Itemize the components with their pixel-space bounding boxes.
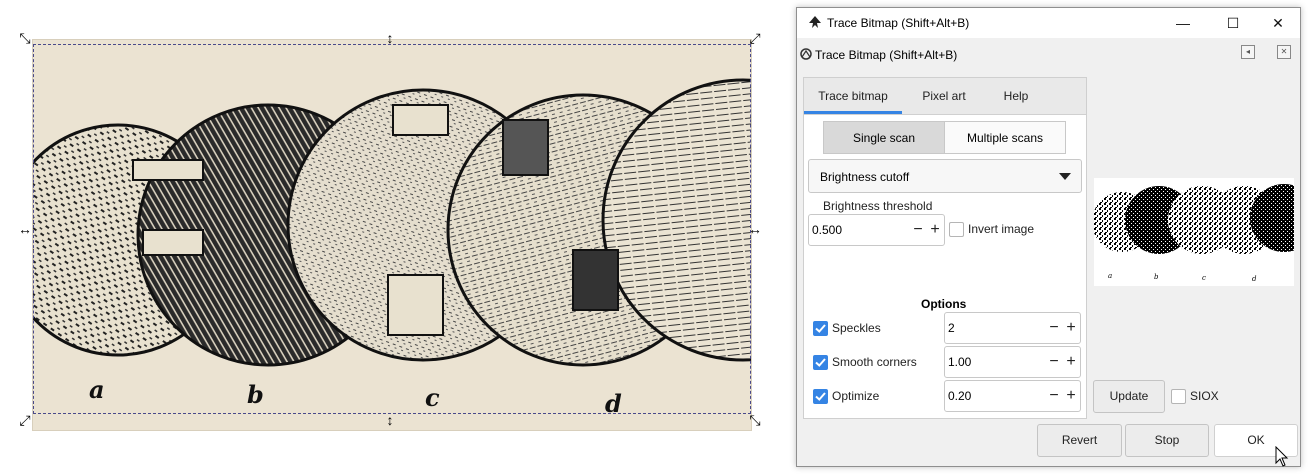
preview-label-a: a (1108, 272, 1112, 280)
smooth-corners-label: Smooth corners (832, 355, 917, 369)
invert-image-label: Invert image (968, 222, 1035, 236)
close-button[interactable]: ✕ (1255, 8, 1301, 38)
speckles-spinner[interactable]: 2 − + (944, 312, 1081, 344)
scale-handle-bottom-right[interactable]: ⤡ (748, 413, 762, 427)
preview-label-c: c (1202, 274, 1206, 282)
dialog-panel-header: Trace Bitmap (Shift+Alt+B) ◂ ✕ (797, 38, 1300, 68)
mouse-cursor-icon (1275, 446, 1289, 467)
optimize-spinner[interactable]: 0.20 − + (944, 380, 1081, 412)
trace-preview-image: a b c d (1092, 184, 1309, 283)
panel-title: Trace Bitmap (Shift+Alt+B) (815, 48, 958, 62)
increment-icon[interactable]: + (928, 220, 942, 240)
scale-handle-top[interactable]: ↕ (383, 31, 397, 45)
chevron-down-icon (1059, 173, 1071, 180)
brightness-threshold-spinner[interactable]: 0.500 − + (808, 214, 945, 246)
stop-button[interactable]: Stop (1125, 424, 1209, 457)
optimize-checkbox[interactable] (813, 389, 828, 404)
brightness-threshold-label: Brightness threshold (822, 199, 934, 213)
invert-image-checkbox[interactable] (949, 222, 964, 237)
detection-mode-dropdown[interactable]: Brightness cutoff (808, 159, 1082, 193)
smooth-corners-spinner[interactable]: 1.00 − + (944, 346, 1081, 378)
tab-bar: Trace bitmap Pixel art Help (804, 78, 1086, 115)
preview-label-d: d (1252, 275, 1257, 283)
revert-button[interactable]: Revert (1037, 424, 1122, 457)
detection-mode-value: Brightness cutoff (820, 170, 910, 184)
trace-bitmap-icon (800, 48, 812, 60)
canvas[interactable]: a b c d ⤡ ↕ ⤢ ↔ ↔ ⤢ ↕ ⤡ (0, 0, 790, 474)
increment-icon[interactable]: + (1064, 318, 1078, 338)
scale-handle-bottom-left[interactable]: ⤢ (18, 413, 32, 427)
maximize-button[interactable]: ☐ (1210, 8, 1256, 38)
multiple-scans-button[interactable]: Multiple scans (944, 121, 1066, 154)
smooth-corners-value: 1.00 (948, 355, 972, 369)
preview-label-b: b (1154, 273, 1159, 281)
decrement-icon[interactable]: − (1047, 318, 1061, 338)
minimize-button[interactable]: — (1160, 8, 1206, 38)
tab-trace-bitmap[interactable]: Trace bitmap (804, 78, 902, 114)
optimize-label: Optimize (832, 389, 880, 403)
scale-handle-right[interactable]: ↔ (748, 222, 762, 236)
siox-checkbox[interactable] (1171, 389, 1186, 404)
scale-handle-top-right[interactable]: ⤢ (748, 31, 762, 45)
undock-icon[interactable]: ◂ (1241, 45, 1255, 59)
scale-handle-bottom[interactable]: ↕ (383, 413, 397, 427)
tab-help[interactable]: Help (984, 78, 1048, 114)
decrement-icon[interactable]: − (1047, 352, 1061, 372)
speckles-label: Speckles (832, 321, 881, 335)
siox-label: SIOX (1190, 389, 1219, 403)
speckles-checkbox[interactable] (813, 321, 828, 336)
speckles-value: 2 (948, 321, 955, 335)
inkscape-icon (809, 16, 821, 28)
scale-handle-top-left[interactable]: ⤡ (18, 31, 32, 45)
window-titlebar[interactable]: Trace Bitmap (Shift+Alt+B) — ☐ ✕ (797, 8, 1300, 38)
decrement-icon[interactable]: − (911, 220, 925, 240)
tab-pixel-art[interactable]: Pixel art (906, 78, 982, 114)
increment-icon[interactable]: + (1064, 386, 1078, 406)
threshold-value: 0.500 (812, 223, 843, 237)
options-heading: Options (921, 297, 967, 311)
increment-icon[interactable]: + (1064, 352, 1078, 372)
selection-bounding-box (33, 44, 751, 414)
trace-preview: a b c d (1092, 178, 1309, 286)
optimize-value: 0.20 (948, 389, 972, 403)
decrement-icon[interactable]: − (1047, 386, 1061, 406)
window-title: Trace Bitmap (Shift+Alt+B) (827, 16, 970, 30)
close-panel-icon[interactable]: ✕ (1277, 45, 1291, 59)
trace-settings-panel: Trace bitmap Pixel art Help Single scan … (803, 77, 1087, 419)
single-scan-button[interactable]: Single scan (823, 121, 945, 154)
trace-bitmap-dialog: Trace Bitmap (Shift+Alt+B) — ☐ ✕ Trace B… (796, 7, 1309, 467)
scale-handle-left[interactable]: ↔ (18, 222, 32, 236)
smooth-corners-checkbox[interactable] (813, 355, 828, 370)
update-button[interactable]: Update (1093, 380, 1165, 413)
